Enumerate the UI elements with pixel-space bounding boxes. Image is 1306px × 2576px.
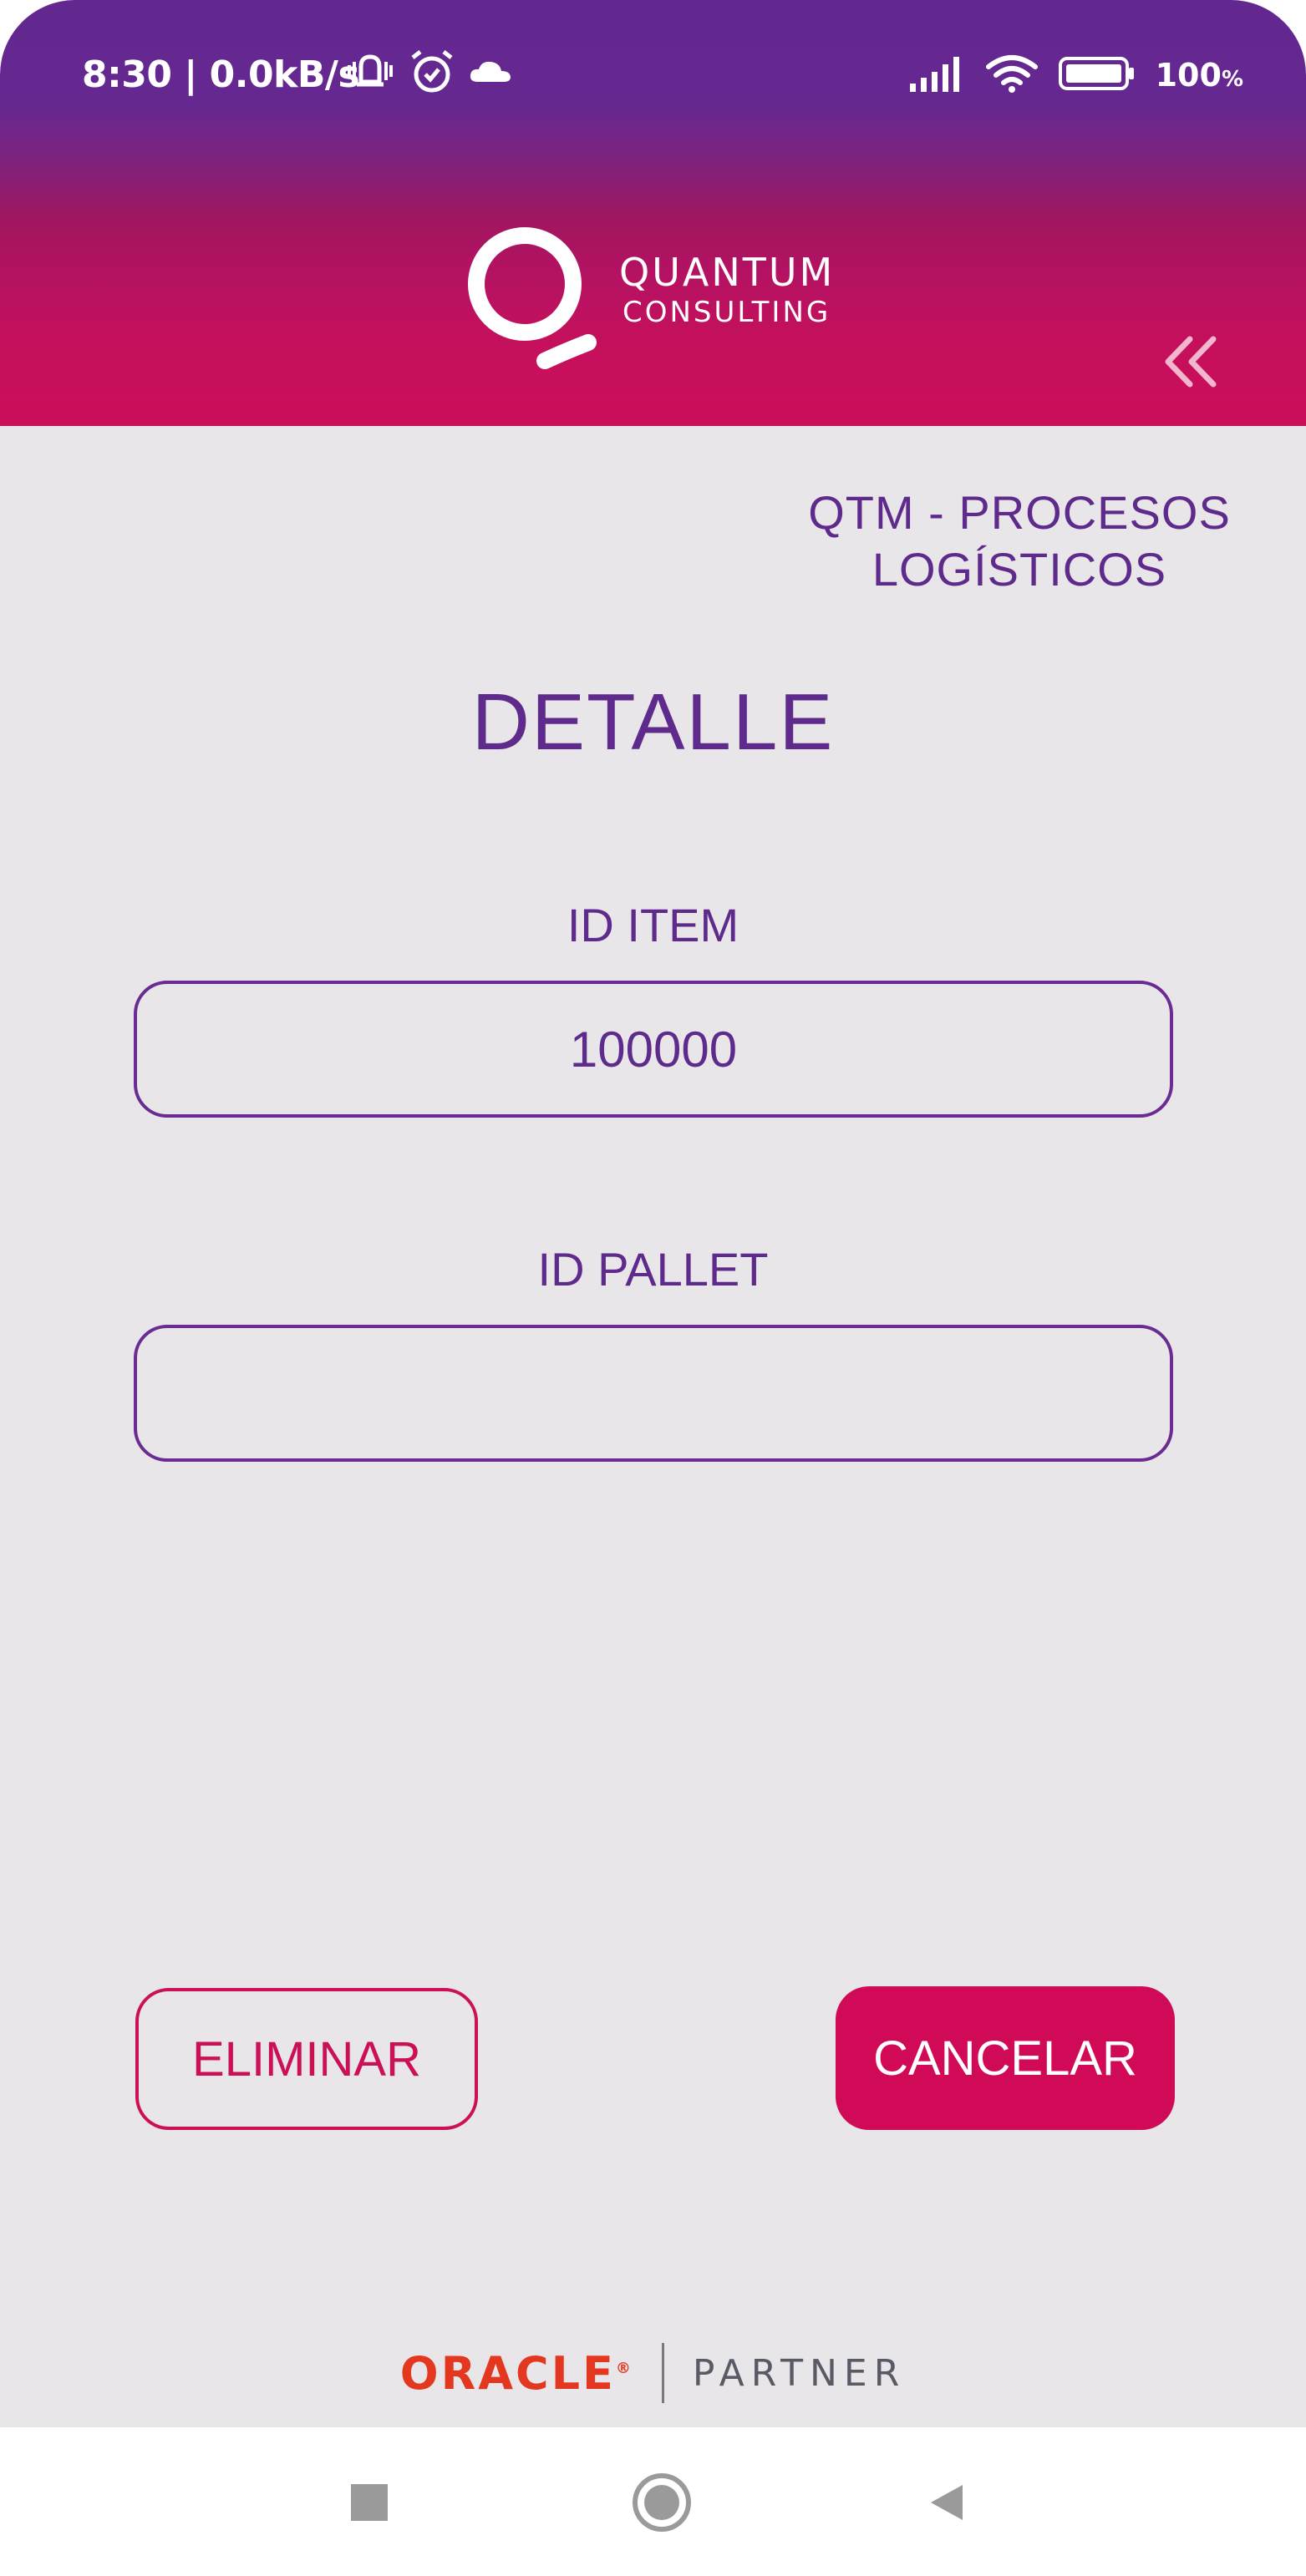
delete-button[interactable]: ELIMINAR — [135, 1988, 478, 2130]
app-screen: 8:30 | 0.0kB/s 100% QUANTUM CONSULTING Q… — [0, 0, 1306, 2576]
pallet-id-label: ID PALLET — [537, 1243, 769, 1296]
home-circle-icon — [630, 2471, 694, 2538]
quantum-logo: QUANTUM CONSULTING — [465, 226, 866, 376]
wifi-icon — [985, 53, 1039, 98]
battery-value: 100 — [1155, 57, 1222, 94]
battery-icon — [1058, 56, 1136, 95]
system-navigation-bar — [0, 2427, 1306, 2576]
home-button[interactable] — [627, 2469, 697, 2539]
page-title: DETALLE — [471, 677, 835, 767]
app-title: QTM - PROCESOS LOGÍSTICOS — [802, 484, 1237, 598]
status-icons-left — [344, 48, 513, 99]
registered-mark: ® — [615, 2359, 633, 2377]
brand-line-consulting: CONSULTING — [623, 296, 831, 329]
battery-unit: % — [1221, 67, 1243, 92]
item-id-label: ID ITEM — [567, 899, 739, 951]
main-content: QTM - PROCESOS LOGÍSTICOS DETALLE ID ITE… — [0, 426, 1306, 2427]
app-header: 8:30 | 0.0kB/s 100% QUANTUM CONSULTING — [0, 0, 1306, 426]
oracle-logo-text: ORACLE — [399, 2346, 616, 2400]
back-triangle-icon — [926, 2482, 966, 2528]
cancel-button[interactable]: CANCELAR — [836, 1986, 1175, 2130]
brand-line-quantum: QUANTUM — [619, 250, 836, 295]
partner-divider — [661, 2343, 664, 2403]
app-title-line1: QTM - PROCESOS — [808, 486, 1231, 539]
signal-icon — [908, 55, 965, 96]
double-chevron-left-icon — [1160, 336, 1222, 394]
alarm-clock-icon — [408, 48, 456, 100]
item-id-input[interactable] — [134, 981, 1173, 1118]
pallet-id-input[interactable] — [134, 1325, 1173, 1462]
recents-button[interactable] — [334, 2469, 404, 2539]
recents-square-icon — [349, 2482, 389, 2527]
back-button[interactable] — [911, 2469, 981, 2539]
status-time-speed: 8:30 | 0.0kB/s — [82, 53, 360, 96]
battery-percentage: 100% — [1156, 57, 1243, 94]
app-title-line2: LOGÍSTICOS — [872, 543, 1167, 596]
partner-label: PARTNER — [692, 2351, 907, 2395]
collapse-menu-button[interactable] — [1160, 332, 1222, 391]
cloud-icon — [468, 55, 513, 93]
brand-name: QUANTUM CONSULTING — [619, 249, 835, 329]
oracle-partner-badge: ORACLE® PARTNER — [0, 2335, 1306, 2411]
status-icons-right: 100% — [908, 52, 1243, 99]
vibrate-alarm-icon — [344, 48, 396, 99]
status-bar: 8:30 | 0.0kB/s 100% — [0, 0, 1306, 159]
oracle-logo: ORACLE® — [400, 2347, 633, 2400]
